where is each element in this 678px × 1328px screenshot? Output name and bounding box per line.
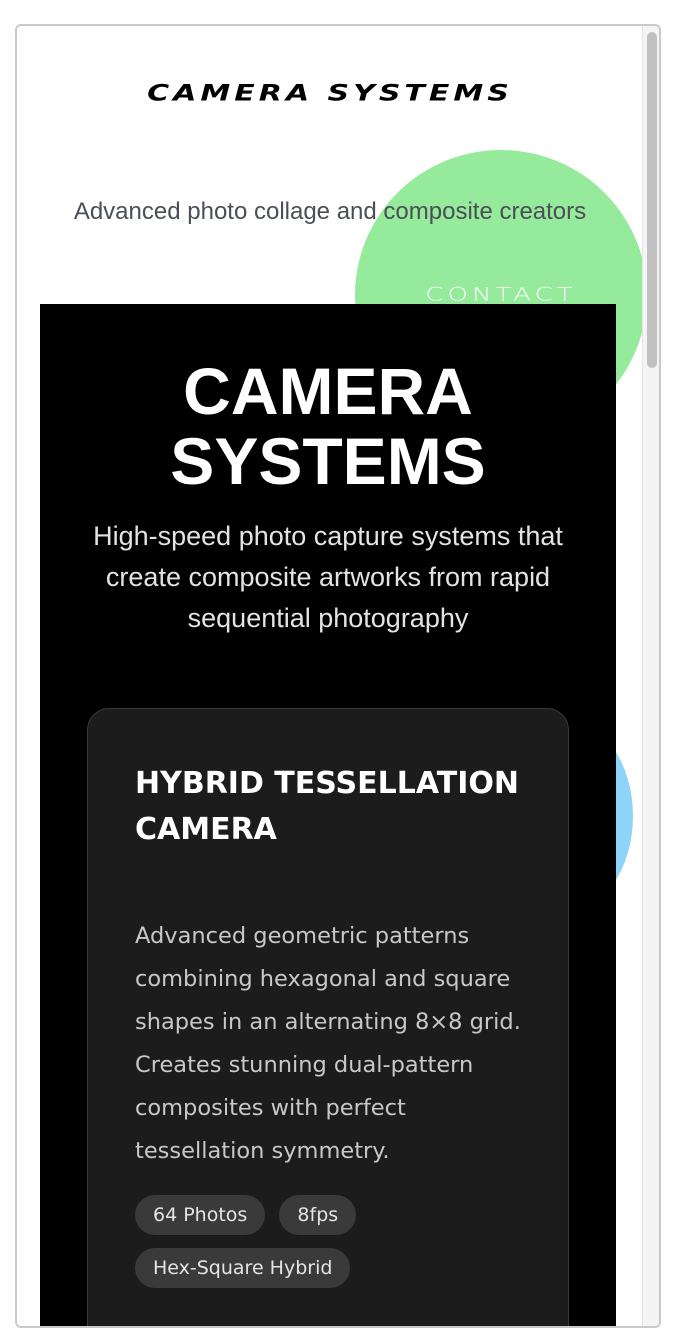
tag-photo-count: 64 Photos: [135, 1195, 266, 1235]
hero-section: CAMERA SYSTEMS High-speed photo capture …: [40, 304, 616, 1326]
hero-title-line-2: SYSTEMS: [170, 424, 486, 498]
scrollbar-thumb[interactable]: [647, 32, 657, 368]
site-tagline: Advanced photo collage and composite cre…: [73, 198, 587, 225]
hero-title-line-1: CAMERA: [183, 354, 473, 428]
hero-title: CAMERA SYSTEMS: [40, 356, 616, 496]
contact-link[interactable]: CONTACT: [385, 285, 617, 306]
product-card[interactable]: HYBRID TESSELLATION CAMERA Advanced geom…: [87, 708, 569, 1326]
vertical-scrollbar[interactable]: [642, 26, 659, 1326]
browser-viewport: CAMERA SYSTEMS Advanced photo collage an…: [15, 24, 661, 1328]
site-logo[interactable]: CAMERA SYSTEMS: [17, 80, 643, 106]
product-title: HYBRID TESSELLATION CAMERA: [135, 766, 519, 847]
tag-frame-rate: 8fps: [279, 1195, 357, 1235]
product-tags: 64 Photos 8fps Hex-Square Hybrid: [135, 1195, 535, 1301]
product-description: Advanced geometric patterns combining he…: [135, 923, 521, 1164]
hero-subtitle: High-speed photo capture systems that cr…: [93, 521, 563, 633]
tag-pattern-type: Hex-Square Hybrid: [135, 1248, 351, 1288]
